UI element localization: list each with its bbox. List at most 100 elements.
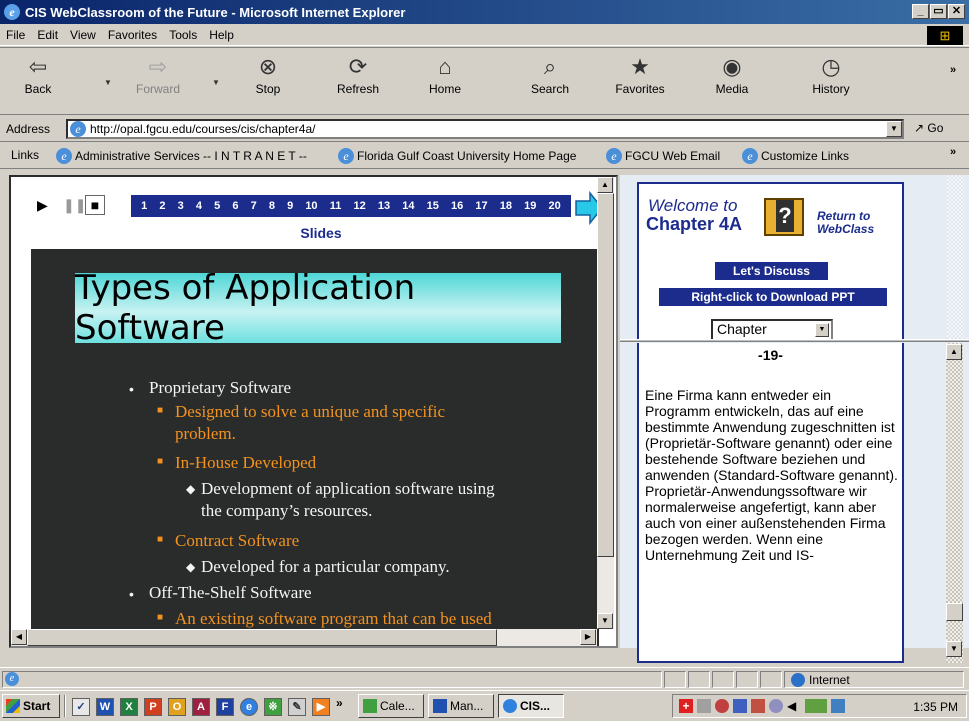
link-admin-services[interactable]: e Administrative Services -- I N T R A N … [56, 148, 307, 164]
slide-link-12[interactable]: 12 [353, 200, 365, 212]
slide-link-16[interactable]: 16 [451, 200, 463, 212]
volume-icon[interactable]: ◀ [787, 699, 796, 713]
slide-link-10[interactable]: 10 [305, 200, 317, 212]
address-dropdown-button[interactable]: ▼ [886, 121, 902, 137]
go-button[interactable]: ↗ Go [914, 121, 943, 135]
menu-favorites[interactable]: Favorites [102, 28, 163, 42]
pause-icon[interactable]: ❚❚ [63, 197, 86, 214]
quicklaunch-frontpage-icon[interactable]: F [216, 698, 234, 716]
slide-vertical-scrollbar[interactable]: ▲ ▼ [597, 177, 614, 629]
quicklaunch-ie-icon[interactable]: e [240, 698, 258, 716]
tray-messenger-icon[interactable] [733, 699, 747, 713]
link-label: FGCU Web Email [625, 149, 721, 163]
scroll-up-icon[interactable]: ▲ [946, 344, 962, 360]
task-button-cis[interactable]: CIS... [498, 694, 564, 718]
menu-tools[interactable]: Tools [163, 28, 203, 42]
quicklaunch-powerpoint-icon[interactable]: P [144, 698, 162, 716]
favorites-button[interactable]: ★ Favorites [604, 52, 676, 96]
media-button[interactable]: ◉ Media [696, 52, 768, 96]
scroll-right-icon[interactable]: ▶ [580, 629, 596, 645]
notes-panel: -19- Eine Firma kann entweder ein Progra… [637, 343, 904, 663]
quicklaunch-media-icon[interactable]: ▶ [312, 698, 330, 716]
link-fgcu-email[interactable]: e FGCU Web Email [606, 148, 720, 164]
antivirus-icon[interactable]: + [679, 699, 693, 713]
quicklaunch-pen-icon[interactable]: ✎ [288, 698, 306, 716]
slide-link-2[interactable]: 2 [159, 200, 165, 212]
address-input[interactable]: e http://opal.fgcu.edu/courses/cis/chapt… [66, 119, 904, 139]
link-fgcu-home[interactable]: e Florida Gulf Coast University Home Page [338, 148, 576, 164]
scroll-thumb[interactable] [597, 193, 614, 557]
menu-edit[interactable]: Edit [31, 28, 64, 42]
tray-search-icon[interactable] [715, 699, 729, 713]
quicklaunch-word-icon[interactable]: W [96, 698, 114, 716]
slide-link-4[interactable]: 4 [196, 200, 202, 212]
history-button[interactable]: ◷ History [795, 52, 867, 96]
slide-horizontal-scrollbar[interactable]: ◀ ▶ [11, 629, 597, 646]
link-customize[interactable]: e Customize Links [742, 148, 849, 164]
menu-help[interactable]: Help [203, 28, 240, 42]
slide-link-5[interactable]: 5 [214, 200, 220, 212]
refresh-button[interactable]: ⟳ Refresh [322, 52, 394, 96]
download-ppt-button[interactable]: Right-click to Download PPT [659, 288, 887, 306]
task-button-manual[interactable]: Man... [428, 694, 494, 718]
chapter-select[interactable]: Chapter ▼ [711, 319, 833, 340]
scroll-up-icon[interactable]: ▲ [597, 177, 613, 193]
notes-vertical-scrollbar[interactable]: ▲ ▼ [946, 343, 963, 663]
toolbar-overflow-icon[interactable]: » [950, 64, 956, 76]
slide-line: Off-The-Shelf Software [149, 583, 312, 602]
clock[interactable]: 1:35 PM [913, 700, 958, 714]
task-button-calendar[interactable]: Cale... [358, 694, 424, 718]
slide-link-19[interactable]: 19 [524, 200, 536, 212]
close-button[interactable]: ✕ [948, 4, 965, 19]
forward-dropdown-icon[interactable]: ▼ [212, 78, 220, 87]
slide-link-9[interactable]: 9 [287, 200, 293, 212]
quicklaunch-access-icon[interactable]: A [192, 698, 210, 716]
stop-slideshow-icon[interactable]: ■ [85, 195, 105, 215]
quicklaunch-outlook-calendar-icon[interactable]: O [168, 698, 186, 716]
minimize-button[interactable]: _ [912, 4, 929, 19]
scroll-down-icon[interactable]: ▼ [946, 641, 962, 657]
search-button[interactable]: ⌕ Search [514, 52, 586, 96]
quicklaunch-overflow-icon[interactable]: » [336, 696, 343, 710]
start-button[interactable]: Start [2, 694, 60, 718]
links-overflow-icon[interactable]: » [950, 146, 956, 158]
menu-view[interactable]: View [64, 28, 102, 42]
tray-clock-icon[interactable] [769, 699, 783, 713]
play-icon[interactable]: ▶ [37, 197, 48, 214]
menu-file[interactable]: File [0, 28, 31, 42]
tray-network-icon[interactable] [697, 699, 711, 713]
word-icon [433, 699, 447, 713]
frame-divider[interactable] [620, 339, 969, 342]
slide-link-8[interactable]: 8 [269, 200, 275, 212]
slide-link-11[interactable]: 11 [330, 200, 342, 212]
quicklaunch-excel-icon[interactable]: X [120, 698, 138, 716]
slide-link-15[interactable]: 15 [427, 200, 439, 212]
tray-software-icon[interactable] [805, 699, 827, 713]
slide-link-20[interactable]: 20 [548, 200, 560, 212]
slide-link-1[interactable]: 1 [141, 200, 147, 212]
return-to-webclass-link[interactable]: Return to WebClass [817, 210, 874, 236]
back-button[interactable]: ⇦ Back [2, 52, 74, 96]
address-url: http://opal.fgcu.edu/courses/cis/chapter… [90, 122, 316, 136]
tray-app-icon[interactable] [751, 699, 765, 713]
slide-link-13[interactable]: 13 [378, 200, 390, 212]
forward-button[interactable]: ⇨ Forward [122, 52, 194, 96]
slide-link-6[interactable]: 6 [232, 200, 238, 212]
slide-link-3[interactable]: 3 [178, 200, 184, 212]
home-button[interactable]: ⌂ Home [409, 52, 481, 96]
lets-discuss-button[interactable]: Let's Discuss [715, 262, 828, 280]
back-dropdown-icon[interactable]: ▼ [104, 78, 112, 87]
slide-link-14[interactable]: 14 [402, 200, 414, 212]
slide-link-17[interactable]: 17 [475, 200, 487, 212]
tray-display-icon[interactable] [831, 699, 845, 713]
scroll-left-icon[interactable]: ◀ [11, 629, 27, 645]
quicklaunch-app-icon[interactable]: ※ [264, 698, 282, 716]
scroll-thumb[interactable] [946, 603, 963, 621]
maximize-button[interactable]: ▭ [930, 4, 947, 19]
hscroll-thumb[interactable] [27, 629, 497, 646]
slide-link-7[interactable]: 7 [251, 200, 257, 212]
slide-link-18[interactable]: 18 [500, 200, 512, 212]
scroll-down-icon[interactable]: ▼ [597, 613, 613, 629]
stop-button[interactable]: ⊗ Stop [232, 52, 304, 96]
quicklaunch-outlook-icon[interactable]: ✓ [72, 698, 90, 716]
